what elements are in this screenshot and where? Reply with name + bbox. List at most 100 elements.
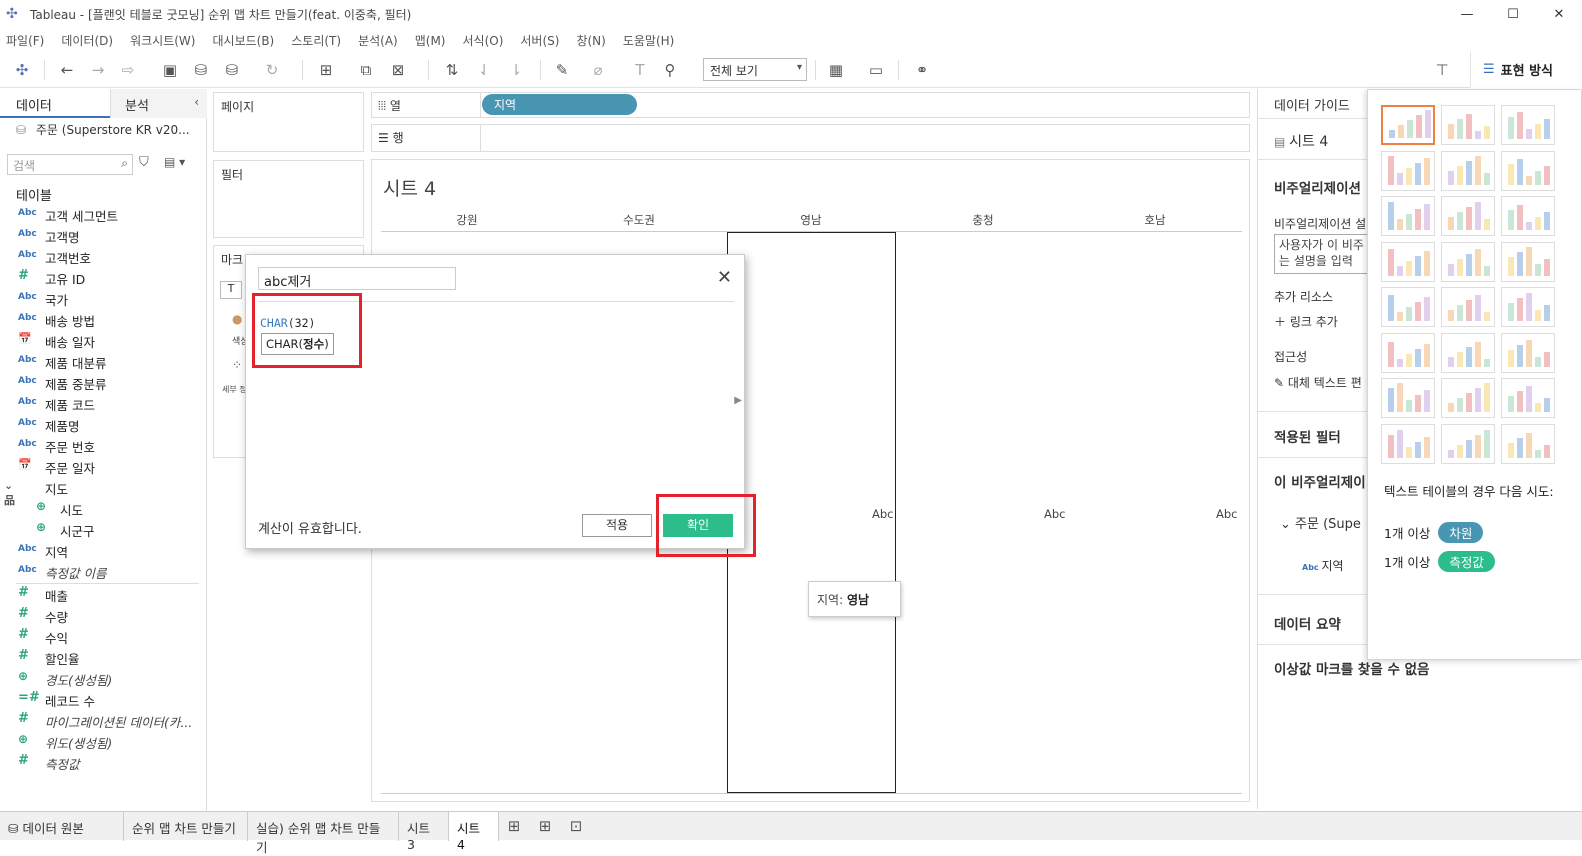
search-input[interactable]: 검색 ⌕ bbox=[7, 154, 133, 175]
source-field[interactable]: Abc 지역 bbox=[1302, 557, 1344, 574]
clear-sheet-icon[interactable]: ⊠ bbox=[388, 60, 408, 80]
tab-datasource[interactable]: ⛁ 데이터 원본 bbox=[0, 812, 124, 841]
share-icon[interactable]: ⚭ bbox=[912, 60, 932, 80]
save-icon[interactable]: ▣ bbox=[160, 60, 180, 80]
menu-help[interactable]: 도움말(H) bbox=[623, 32, 675, 49]
field-item[interactable]: # 할인율 bbox=[0, 647, 206, 668]
sheet-tab[interactable]: 순위 맵 차트 만들기 bbox=[124, 812, 248, 841]
sheet-tab[interactable]: 실습) 순위 맵 차트 만들기 bbox=[248, 812, 399, 855]
new-worksheet-icon[interactable]: ⊞ bbox=[316, 60, 336, 80]
detail-icon[interactable]: ⁘ bbox=[232, 358, 242, 372]
maximize-icon[interactable]: ☐ bbox=[1490, 0, 1536, 28]
sort-ascending-icon[interactable]: ⇃ bbox=[474, 60, 494, 80]
field-item[interactable]: Abc 제품명 bbox=[0, 414, 206, 435]
chart-type-side-by-side-bars-icon[interactable] bbox=[1501, 196, 1555, 236]
column-header[interactable]: 수도권 bbox=[553, 212, 725, 228]
menu-format[interactable]: 서식(O) bbox=[463, 32, 504, 49]
column-header[interactable]: 강원 bbox=[381, 212, 553, 228]
chart-type-stacked-bars-icon[interactable] bbox=[1441, 196, 1495, 236]
field-item[interactable]: Abc 측정값 이름 bbox=[0, 561, 206, 582]
menu-dashboard[interactable]: 대시보드(B) bbox=[212, 32, 274, 49]
text-mark[interactable]: Abc bbox=[1216, 507, 1238, 521]
show-cards-icon[interactable]: ▦ bbox=[826, 60, 846, 80]
chart-type-discrete-lines-icon[interactable] bbox=[1441, 287, 1495, 327]
chart-type-text-table-icon[interactable] bbox=[1381, 105, 1435, 145]
chart-type-packed-bubbles-icon[interactable] bbox=[1501, 423, 1555, 464]
color-icon[interactable]: ● bbox=[232, 312, 242, 326]
column-header[interactable]: 영남 bbox=[725, 212, 897, 228]
new-datasource-icon[interactable]: ⛁ bbox=[191, 60, 211, 80]
field-item[interactable]: 📅 배송 일자 bbox=[0, 330, 206, 351]
sort-descending-icon[interactable]: ⇂ bbox=[506, 60, 526, 80]
undo-icon[interactable]: ← bbox=[57, 60, 77, 80]
field-item[interactable]: # 측정값 bbox=[0, 752, 206, 773]
calc-name-input[interactable]: abc제거 bbox=[258, 267, 456, 290]
sheet-tab-active[interactable]: 시트 4 bbox=[449, 812, 499, 852]
new-dashboard-icon[interactable]: ⊞ bbox=[535, 816, 555, 836]
tab-analysis[interactable]: 분석 ‹ bbox=[110, 89, 207, 118]
chart-type-scatter-plot-icon[interactable] bbox=[1381, 378, 1435, 418]
group-icon[interactable]: ⌀ bbox=[588, 60, 608, 80]
close-icon[interactable]: ✕ bbox=[717, 267, 732, 288]
pages-card[interactable]: 페이지 bbox=[213, 92, 364, 152]
chart-type-side-by-side-circles-icon[interactable] bbox=[1501, 241, 1555, 282]
chart-type-bullet-graph-icon[interactable] bbox=[1441, 423, 1495, 464]
pause-updates-icon[interactable]: ⛁ bbox=[222, 60, 242, 80]
filter-icon[interactable]: ⛉ bbox=[139, 155, 149, 170]
field-item[interactable]: Abc 국가 bbox=[0, 288, 206, 309]
menu-file[interactable]: 파일(F) bbox=[6, 32, 44, 49]
presentation-mode-icon[interactable]: ▭ bbox=[866, 60, 886, 80]
field-item[interactable]: Abc 제품 중분류 bbox=[0, 372, 206, 393]
chart-type-filled-map-icon[interactable] bbox=[1441, 150, 1495, 191]
new-story-icon[interactable]: ⊡ bbox=[566, 816, 586, 836]
duplicate-sheet-icon[interactable]: ⧉ bbox=[356, 60, 376, 80]
column-header[interactable]: 호남 bbox=[1069, 212, 1241, 228]
field-item[interactable]: Abc 배송 방법 bbox=[0, 309, 206, 330]
view-options-icon[interactable]: ▤ ▾ bbox=[164, 155, 185, 169]
chart-type-highlight-table-icon[interactable] bbox=[1501, 105, 1555, 145]
rows-shelf[interactable]: ☰ 행 bbox=[371, 124, 1250, 152]
fit-dropdown[interactable]: 전체 보기 ▾ bbox=[703, 58, 807, 81]
redo-icon[interactable]: → bbox=[88, 60, 108, 80]
chart-type-circle-views-icon[interactable] bbox=[1441, 241, 1495, 282]
close-window-icon[interactable]: ✕ bbox=[1536, 0, 1582, 28]
chart-type-box-whisker-icon[interactable] bbox=[1501, 378, 1555, 418]
chart-type-dual-lines-icon[interactable] bbox=[1501, 287, 1555, 327]
mark-type-icon[interactable]: T bbox=[220, 281, 242, 299]
menu-worksheet[interactable]: 워크시트(W) bbox=[130, 32, 195, 49]
datasource-item[interactable]: ⛁ 주문 (Superstore KR v20... bbox=[16, 121, 190, 138]
chart-type-area-discrete-icon[interactable] bbox=[1441, 332, 1495, 373]
field-item[interactable]: ⊕ 위도(생성됨) bbox=[0, 731, 206, 752]
refresh-icon[interactable]: ↻ bbox=[262, 60, 282, 80]
chart-type-heat-map-icon[interactable] bbox=[1441, 105, 1495, 145]
field-item[interactable]: # 수익 bbox=[0, 626, 206, 647]
swap-rows-columns-icon[interactable]: ⇅ bbox=[442, 60, 462, 80]
menu-analysis[interactable]: 분석(A) bbox=[358, 32, 398, 49]
field-item[interactable]: Abc 고객명 bbox=[0, 225, 206, 246]
field-item[interactable]: # 마이그레이션된 데이터(카... bbox=[0, 710, 206, 731]
chart-type-symbol-map-icon[interactable] bbox=[1381, 150, 1435, 191]
field-item[interactable]: Abc 제품 대분류 bbox=[0, 351, 206, 372]
menu-window[interactable]: 창(N) bbox=[576, 32, 605, 49]
add-link-button[interactable]: ＋ 링크 추가 bbox=[1274, 313, 1338, 330]
column-header[interactable]: 충청 bbox=[897, 212, 1069, 228]
chart-type-horizontal-bars-icon[interactable] bbox=[1381, 196, 1435, 236]
highlight-icon[interactable]: ✎ bbox=[552, 60, 572, 80]
chart-type-treemap-icon[interactable] bbox=[1381, 241, 1435, 282]
replay-icon[interactable]: ⇨ bbox=[118, 60, 138, 80]
field-item[interactable]: Abc 주문 번호 bbox=[0, 435, 206, 456]
field-item[interactable]: =# 레코드 수 bbox=[0, 689, 206, 710]
minimize-icon[interactable]: — bbox=[1444, 0, 1490, 28]
chart-type-histogram-icon[interactable] bbox=[1441, 378, 1495, 418]
chart-type-dual-combination-icon[interactable] bbox=[1501, 332, 1555, 373]
region-dimension-pill[interactable]: 지역 bbox=[482, 94, 637, 115]
field-item[interactable]: Abc 고객번호 bbox=[0, 246, 206, 267]
field-item[interactable]: # 고유 ID bbox=[0, 267, 206, 288]
filters-card[interactable]: 필터 bbox=[213, 160, 364, 238]
new-worksheet-icon[interactable]: ⊞ bbox=[504, 816, 524, 836]
sheet-tab[interactable]: 시트 3 bbox=[399, 812, 449, 852]
chart-type-area-continuous-icon[interactable] bbox=[1381, 332, 1435, 373]
field-item[interactable]: ⌄ 品 지도 bbox=[0, 477, 206, 507]
source-group[interactable]: ⌄ 주문 (Supe bbox=[1280, 513, 1361, 532]
field-item[interactable]: ⊕ 시도 bbox=[0, 498, 206, 519]
